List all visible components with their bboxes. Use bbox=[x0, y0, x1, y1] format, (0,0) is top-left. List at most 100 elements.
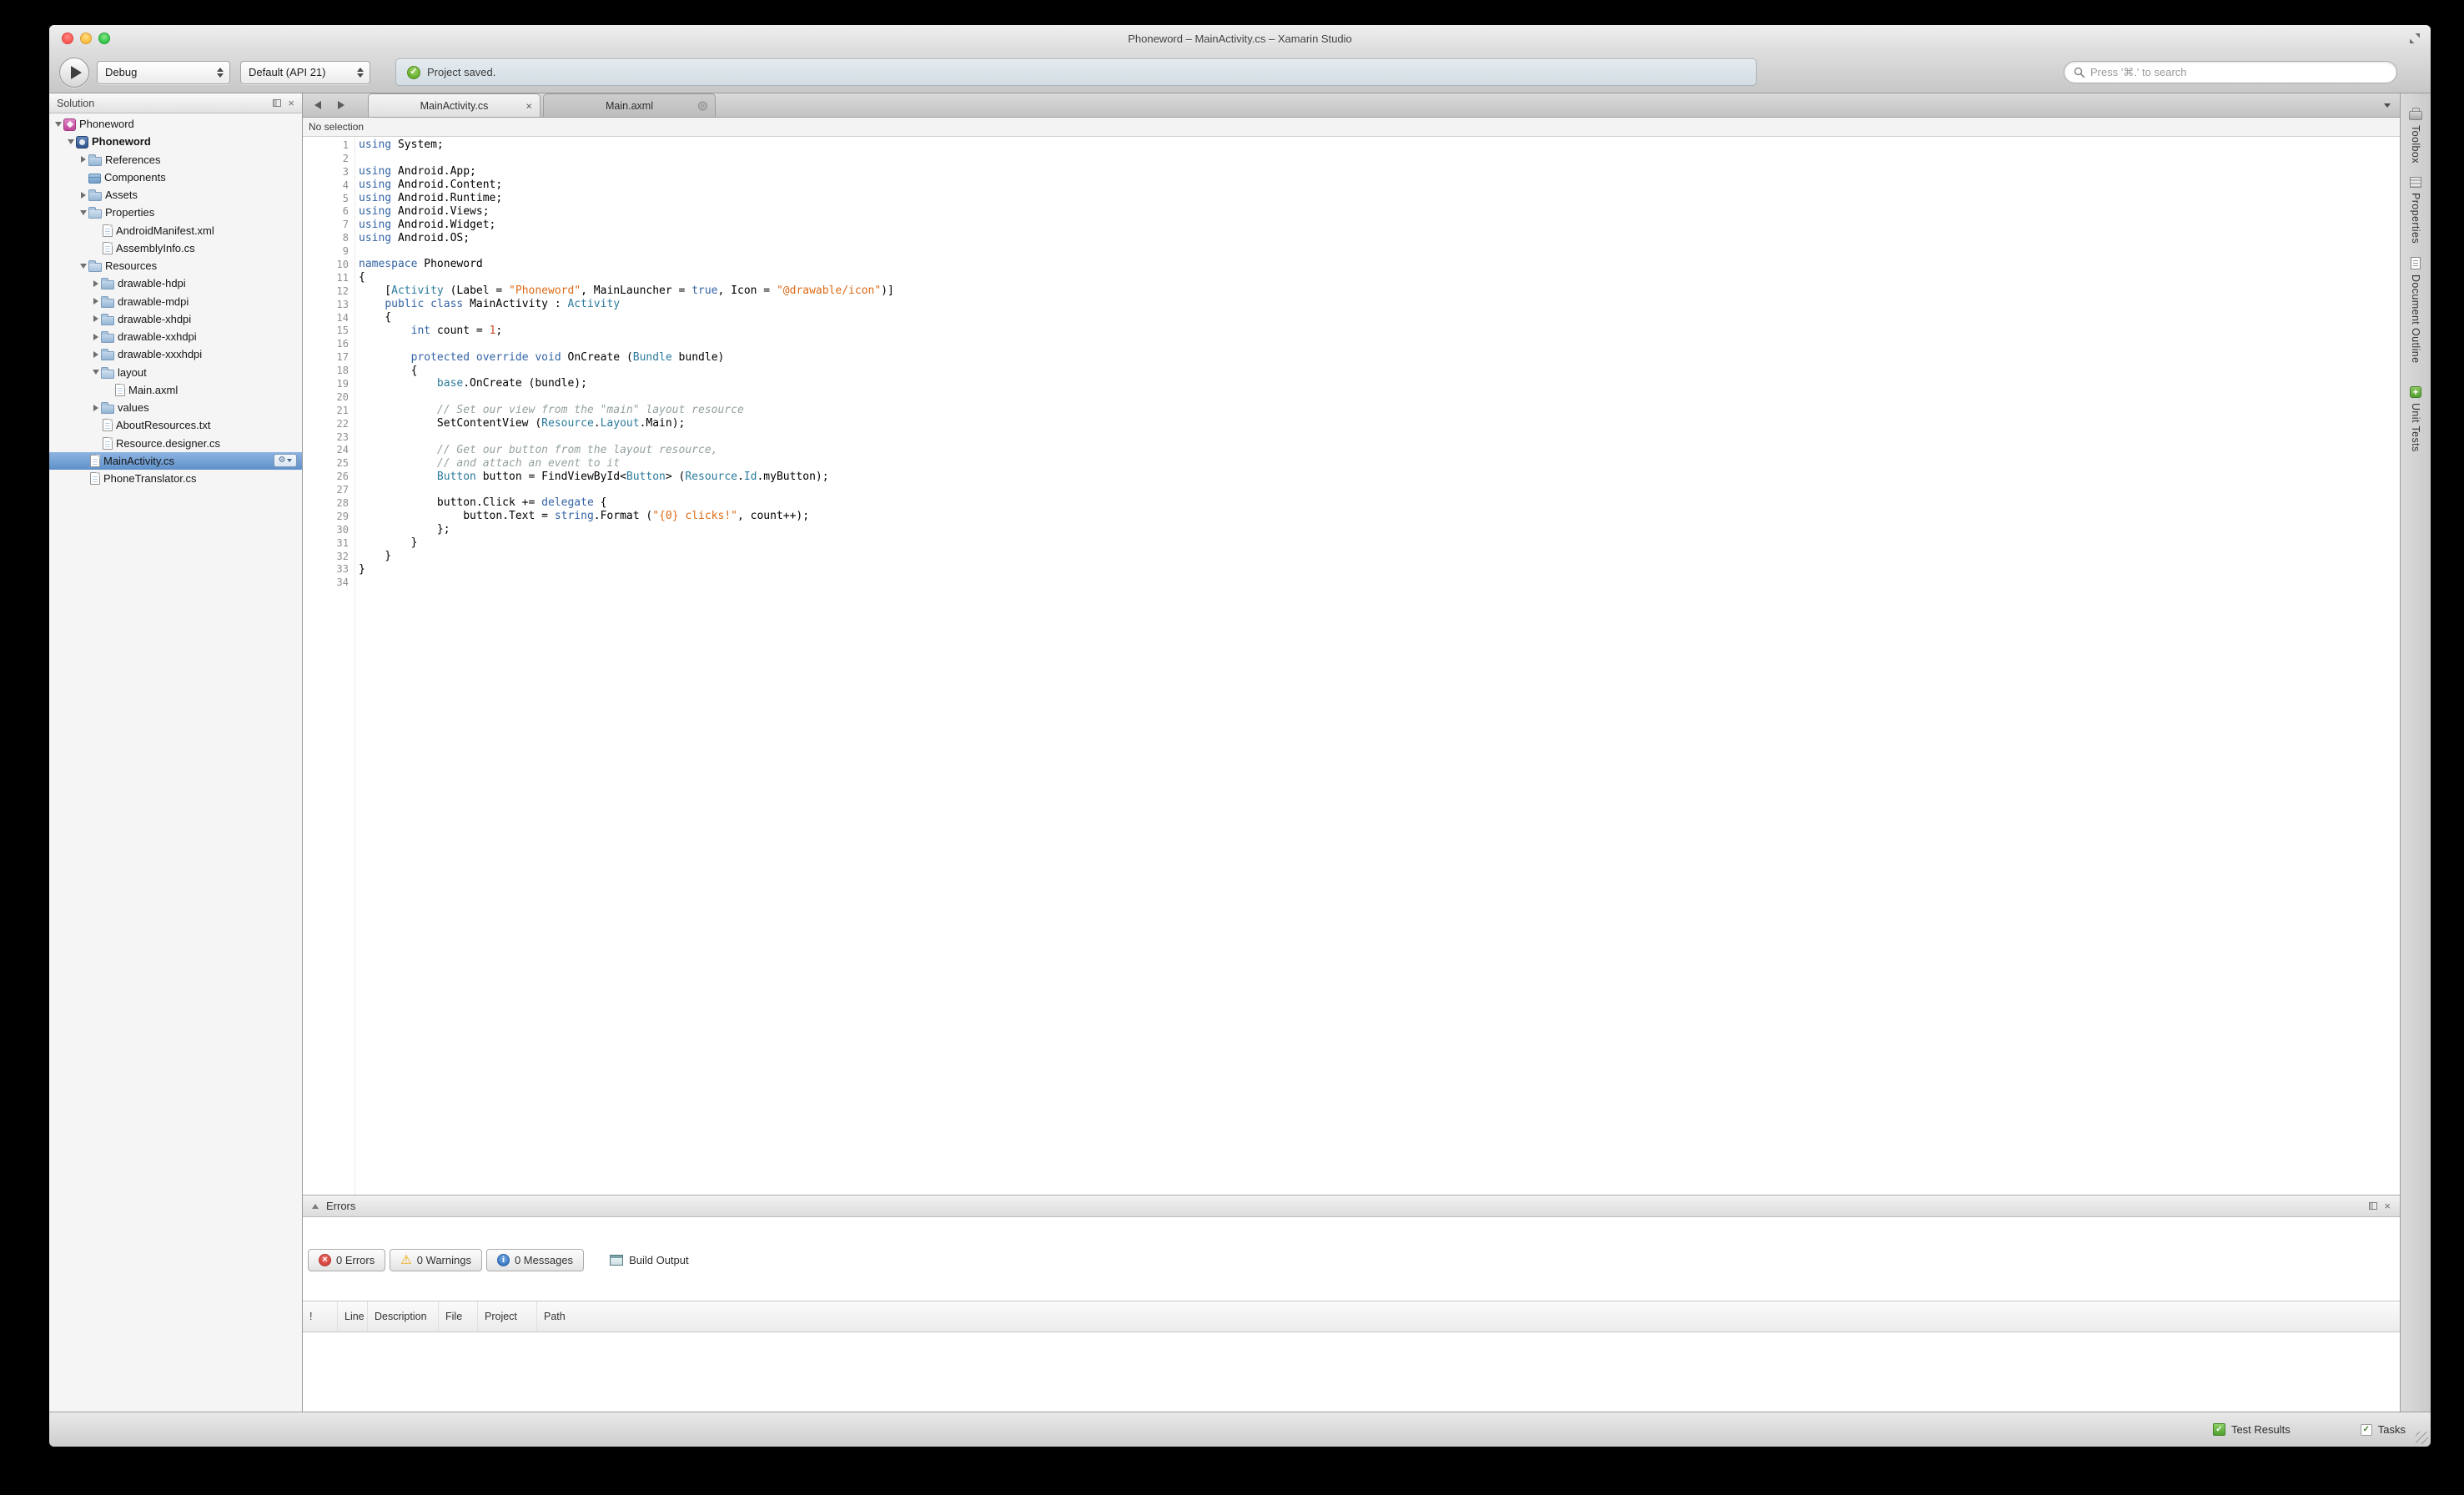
close-window-button[interactable] bbox=[62, 33, 73, 44]
tree-item-phoneword[interactable]: Phoneword bbox=[49, 133, 302, 150]
tree-item-values[interactable]: values bbox=[49, 399, 302, 416]
code-editor[interactable]: 1using System;23using Android.App;4using… bbox=[303, 137, 2400, 1195]
dock-pane-icon[interactable] bbox=[273, 99, 281, 107]
messages-filter-button[interactable]: i0 Messages bbox=[486, 1249, 584, 1271]
code-line-16[interactable]: 16 bbox=[303, 337, 2400, 350]
disclosure-open-icon[interactable] bbox=[53, 122, 63, 127]
tree-item-phonetranslator-cs[interactable]: PhoneTranslator.cs bbox=[49, 470, 302, 487]
code-line-4[interactable]: 4using Android.Content; bbox=[303, 179, 2400, 192]
code-line-15[interactable]: 15 int count = 1; bbox=[303, 324, 2400, 337]
tree-item-mainactivity-cs[interactable]: MainActivity.cs⚙ bbox=[49, 452, 302, 470]
column-header-file[interactable]: File bbox=[439, 1301, 478, 1331]
editor-tab-mainactivity-cs[interactable]: MainActivity.cs× bbox=[368, 93, 541, 117]
disclosure-closed-icon[interactable] bbox=[90, 351, 101, 358]
tree-item-references[interactable]: References bbox=[49, 151, 302, 169]
dock-tab-toolbox[interactable]: Toolbox bbox=[2409, 107, 2422, 164]
tree-item-main-axml[interactable]: Main.axml bbox=[49, 381, 302, 399]
close-pad-icon[interactable]: × bbox=[2384, 1201, 2391, 1211]
tree-item-drawable-mdpi[interactable]: drawable-mdpi bbox=[49, 293, 302, 310]
disclosure-open-icon[interactable] bbox=[90, 370, 101, 375]
tree-item-phoneword[interactable]: Phoneword bbox=[49, 115, 302, 133]
disclosure-closed-icon[interactable] bbox=[90, 280, 101, 287]
item-options-gear-button[interactable]: ⚙ bbox=[274, 454, 297, 467]
tree-item-aboutresources-txt[interactable]: AboutResources.txt bbox=[49, 416, 302, 434]
tree-item-assets[interactable]: Assets bbox=[49, 186, 302, 204]
tree-item-resource-designer-cs[interactable]: Resource.designer.cs bbox=[49, 435, 302, 452]
code-line-13[interactable]: 13 public class MainActivity : Activity bbox=[303, 298, 2400, 311]
code-line-34[interactable]: 34 bbox=[303, 576, 2400, 589]
configuration-dropdown[interactable]: Debug bbox=[97, 61, 230, 84]
tab-list-dropdown-icon[interactable] bbox=[2384, 103, 2391, 108]
errors-filter-button[interactable]: ×0 Errors bbox=[308, 1249, 385, 1271]
tree-item-drawable-xhdpi[interactable]: drawable-xhdpi bbox=[49, 310, 302, 328]
code-line-21[interactable]: 21 // Set our view from the "main" layou… bbox=[303, 404, 2400, 417]
code-line-17[interactable]: 17 protected override void OnCreate (Bun… bbox=[303, 350, 2400, 364]
code-line-24[interactable]: 24 // Get our button from the layout res… bbox=[303, 443, 2400, 456]
code-line-12[interactable]: 12 [Activity (Label = "Phoneword", MainL… bbox=[303, 284, 2400, 298]
search-box[interactable] bbox=[2064, 61, 2397, 83]
disclosure-closed-icon[interactable] bbox=[78, 156, 88, 163]
device-dropdown[interactable]: Default (API 21) bbox=[240, 61, 370, 84]
run-button[interactable] bbox=[59, 58, 89, 88]
code-line-3[interactable]: 3using Android.App; bbox=[303, 165, 2400, 179]
errors-pad-header[interactable]: Errors × bbox=[303, 1195, 2400, 1217]
column-header-path[interactable]: Path bbox=[537, 1301, 2400, 1331]
code-line-31[interactable]: 31 } bbox=[303, 536, 2400, 550]
dock-tab-unit-tests[interactable]: +Unit Tests bbox=[2410, 386, 2421, 452]
code-line-11[interactable]: 11{ bbox=[303, 271, 2400, 284]
disclosure-closed-icon[interactable] bbox=[90, 298, 101, 305]
dock-tab-properties[interactable]: Properties bbox=[2410, 177, 2421, 244]
test-results-button[interactable]: ✓ Test Results bbox=[2213, 1423, 2291, 1436]
disclosure-closed-icon[interactable] bbox=[90, 334, 101, 340]
code-line-5[interactable]: 5using Android.Runtime; bbox=[303, 192, 2400, 205]
tree-item-layout[interactable]: layout bbox=[49, 364, 302, 381]
code-line-6[interactable]: 6using Android.Views; bbox=[303, 204, 2400, 218]
code-line-20[interactable]: 20 bbox=[303, 390, 2400, 404]
warnings-filter-button[interactable]: ⚠0 Warnings bbox=[390, 1249, 482, 1271]
title-bar[interactable]: Phoneword – MainActivity.cs – Xamarin St… bbox=[49, 25, 2431, 52]
fullscreen-arrows-icon[interactable] bbox=[2409, 33, 2421, 44]
build-output-button[interactable]: Build Output bbox=[610, 1254, 689, 1266]
disclosure-closed-icon[interactable] bbox=[78, 192, 88, 199]
code-line-9[interactable]: 9 bbox=[303, 244, 2400, 258]
tree-item-properties[interactable]: Properties bbox=[49, 204, 302, 221]
navigate-forward-button[interactable] bbox=[338, 101, 344, 109]
code-line-19[interactable]: 19 base.OnCreate (bundle); bbox=[303, 377, 2400, 390]
search-input[interactable] bbox=[2090, 66, 2387, 78]
code-line-33[interactable]: 33} bbox=[303, 563, 2400, 576]
code-line-30[interactable]: 30 }; bbox=[303, 523, 2400, 536]
code-line-8[interactable]: 8using Android.OS; bbox=[303, 231, 2400, 244]
code-line-25[interactable]: 25 // and attach an event to it bbox=[303, 456, 2400, 470]
tree-item-drawable-hdpi[interactable]: drawable-hdpi bbox=[49, 274, 302, 292]
close-tab-icon[interactable] bbox=[698, 101, 707, 110]
resize-grip[interactable] bbox=[2416, 1432, 2428, 1444]
column-header-severity[interactable]: ! bbox=[303, 1301, 338, 1331]
code-line-26[interactable]: 26 Button button = FindViewById<Button> … bbox=[303, 470, 2400, 483]
code-line-10[interactable]: 10namespace Phoneword bbox=[303, 258, 2400, 271]
dock-pane-icon[interactable] bbox=[2369, 1202, 2377, 1210]
zoom-window-button[interactable] bbox=[98, 33, 110, 44]
code-line-7[interactable]: 7using Android.Widget; bbox=[303, 218, 2400, 231]
code-line-23[interactable]: 23 bbox=[303, 430, 2400, 444]
tree-item-resources[interactable]: Resources bbox=[49, 257, 302, 274]
column-header-project[interactable]: Project bbox=[478, 1301, 537, 1331]
dock-tab-document-outline[interactable]: Document Outline bbox=[2410, 257, 2421, 363]
code-line-1[interactable]: 1using System; bbox=[303, 138, 2400, 152]
close-pad-icon[interactable]: × bbox=[288, 98, 294, 108]
code-line-2[interactable]: 2 bbox=[303, 152, 2400, 165]
editor-tab-main-axml[interactable]: Main.axml bbox=[543, 93, 716, 117]
column-header-line[interactable]: Line bbox=[338, 1301, 368, 1331]
disclosure-open-icon[interactable] bbox=[65, 139, 76, 144]
tree-item-drawable-xxhdpi[interactable]: drawable-xxhdpi bbox=[49, 328, 302, 345]
code-line-18[interactable]: 18 { bbox=[303, 364, 2400, 377]
disclosure-open-icon[interactable] bbox=[78, 210, 88, 215]
code-line-27[interactable]: 27 bbox=[303, 483, 2400, 496]
tasks-button[interactable]: ✓ Tasks bbox=[2361, 1423, 2406, 1436]
tree-item-drawable-xxxhdpi[interactable]: drawable-xxxhdpi bbox=[49, 345, 302, 363]
code-line-29[interactable]: 29 button.Text = string.Format ("{0} cli… bbox=[303, 510, 2400, 523]
minimize-window-button[interactable] bbox=[80, 33, 92, 44]
navigate-back-button[interactable] bbox=[314, 101, 321, 109]
disclosure-open-icon[interactable] bbox=[78, 264, 88, 269]
tree-item-androidmanifest-xml[interactable]: AndroidManifest.xml bbox=[49, 222, 302, 239]
code-line-32[interactable]: 32 } bbox=[303, 550, 2400, 563]
